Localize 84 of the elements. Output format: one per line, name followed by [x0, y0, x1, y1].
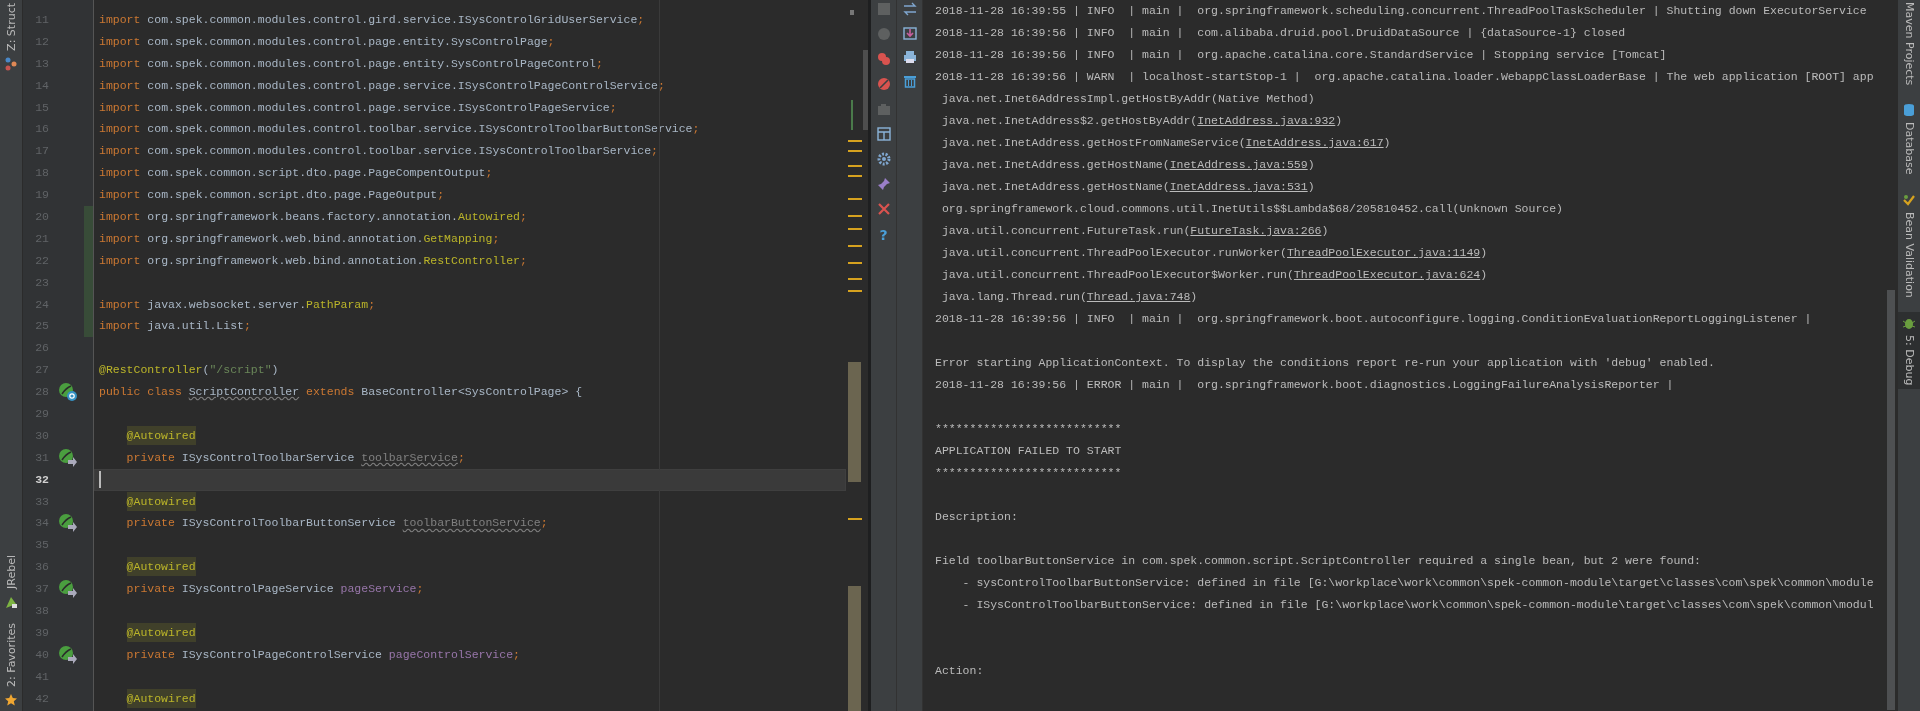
- code-line: private ISysControlToolbarService toolbarService;: [125, 449, 465, 466]
- console-line: 2018-11-28 16:39:56 | INFO | main | org.springframework.boot.autoconfigure.logging.ConditionEvaluationReportLoggingListener |: [935, 312, 1812, 325]
- code-line: import com.spek.common.modules.control.page.service.ISysControlPageService;: [99, 99, 617, 116]
- close-icon[interactable]: [876, 202, 891, 216]
- tool-window-tab[interactable]: Maven Projects: [1902, 2, 1916, 86]
- tool-window-tab[interactable]: Z: Struct: [4, 3, 18, 51]
- text-cursor: [99, 471, 101, 489]
- console-line: ***************************: [935, 466, 1122, 479]
- console-line: ***************************: [935, 422, 1122, 435]
- source-link[interactable]: InetAddress.java:932: [1197, 114, 1336, 127]
- console-line: java.net.InetAddress$2.getHostByAddr(InetAddress.java:932): [940, 114, 1343, 127]
- code-line: import com.spek.common.modules.control.page.entity.SysControlPage;: [99, 33, 555, 50]
- settings-icon[interactable]: [876, 152, 891, 166]
- code-line: import javax.websocket.server.PathParam;: [99, 296, 376, 313]
- structure-icon: [4, 56, 18, 71]
- tool-window-tab[interactable]: Bean Validation: [1902, 211, 1916, 298]
- mute-breakpoints-icon[interactable]: [876, 77, 891, 91]
- code-line: import com.spek.common.modules.control.toolbar.service.ISysControlToolbarService;: [99, 143, 658, 160]
- pin-icon[interactable]: [876, 177, 891, 191]
- code-line: private ISysControlToolbarButtonService toolbarButtonService;: [125, 515, 548, 532]
- console-line: 2018-11-28 16:39:56 | INFO | main | org.apache.catalina.core.StandardService | Stopping service [Tomcat]: [935, 48, 1667, 61]
- line-number: 32: [34, 471, 50, 488]
- source-link[interactable]: FutureTask.java:266: [1190, 224, 1322, 237]
- tool-window-tab[interactable]: JRebel: [4, 555, 18, 590]
- bean-navigate-icon[interactable]: [58, 513, 78, 534]
- bean-class-icon[interactable]: [58, 382, 78, 403]
- breakpoints-icon[interactable]: [876, 52, 891, 66]
- code-line: public class ScriptController extends BaseController<SysControlPage> {: [99, 384, 583, 401]
- code-line: import com.spek.common.modules.control.gird.service.ISysControlGridUserService;: [99, 12, 645, 28]
- code-line: private ISysControlPageControlService pageControlService;: [125, 646, 520, 663]
- bean-navigate-icon[interactable]: [58, 447, 78, 468]
- code-line: import org.springframework.web.bind.annotation.RestController;: [99, 252, 527, 269]
- console-line: java.net.InetAddress.getHostName(InetAddress.java:531): [940, 180, 1315, 193]
- console-line: 2018-11-28 16:39:56 | ERROR | main | org.springframework.boot.diagnostics.LoggingFailureAnalysisReporter |: [935, 378, 1674, 391]
- console-line: Action:: [935, 664, 984, 677]
- tool-window-tab[interactable]: 2: Favorites: [4, 623, 18, 687]
- console-line: Field toolbarButtonService in com.spek.common.script.ScriptController required a single bean, but 2 were found:: [935, 554, 1702, 567]
- print-icon[interactable]: [902, 50, 917, 64]
- code-line: import com.spek.common.modules.control.page.service.ISysControlPageControlService;: [99, 77, 665, 94]
- console-line: java.net.Inet6AddressImpl.getHostByAddr(Native Method): [940, 92, 1315, 105]
- console-line: java.util.concurrent.ThreadPoolExecutor$Worker.run(ThreadPoolExecutor.java:624): [940, 268, 1488, 281]
- console-line: - ISysControlToolbarButtonService: defined in file [G:\workplace\work\common\spek-common-module\target\classes\com\spek\common\modul: [961, 598, 1874, 611]
- console-line: java.net.InetAddress.getHostName(InetAddress.java:559): [940, 158, 1315, 171]
- source-link[interactable]: Thread.java:748: [1086, 290, 1191, 303]
- database-icon: [1903, 103, 1915, 118]
- code-line: import com.spek.common.modules.control.toolbar.service.ISysControlToolbarButtonService;: [99, 121, 700, 138]
- bean-navigate-icon[interactable]: [58, 644, 78, 665]
- tool-window-tab[interactable]: Database: [1902, 122, 1916, 175]
- code-line: private ISysControlPageService pageService;: [125, 581, 424, 598]
- trash-icon[interactable]: [902, 74, 917, 88]
- source-link[interactable]: InetAddress.java:559: [1169, 158, 1308, 171]
- console-line: 2018-11-28 16:39:56 | INFO | main | com.alibaba.druid.pool.DruidDataSource | {dataSource-1} closed: [935, 26, 1626, 39]
- console-line: Error starting ApplicationContext. To display the conditions report re-run your application with 'debug' enabled.: [935, 356, 1715, 369]
- source-link[interactable]: ThreadPoolExecutor.java:1149: [1286, 246, 1481, 259]
- code-line: import org.springframework.web.bind.annotation.GetMapping;: [99, 230, 500, 247]
- console-line: 2018-11-28 16:39:56 | WARN | localhost-startStop-1 | org.apache.catalina.loader.WebappClassLoaderBase | The web application [ROOT] app: [935, 70, 1874, 83]
- code-line: import com.spek.common.modules.control.page.entity.SysControlPageControl;: [99, 55, 603, 72]
- console-line: Description:: [935, 510, 1018, 523]
- download-icon[interactable]: [902, 26, 917, 40]
- tool-window-tab[interactable]: 5: Debug: [1902, 334, 1916, 386]
- check-icon: [1903, 192, 1915, 207]
- code-line: import org.springframework.beans.factory.annotation.Autowired;: [99, 209, 527, 225]
- code-line: @RestController("/script"): [99, 362, 279, 379]
- console-line: java.net.InetAddress.getHostFromNameService(InetAddress.java:617): [940, 136, 1391, 149]
- console-line: APPLICATION FAILED TO START: [935, 444, 1122, 457]
- console-line: org.springframework.cloud.commons.util.InetUtils$$Lambda$68/205810452.call(Unknown Source): [940, 202, 1563, 215]
- leaf-icon: [4, 595, 18, 610]
- code-line: import java.util.List;: [99, 318, 251, 335]
- star-icon: [4, 693, 18, 707]
- console-line: - sysControlToolbarButtonService: defined in file [G:\workplace\work\common\spek-common-module\target\classes\com\spek\common\module: [961, 576, 1874, 589]
- console-line: java.util.concurrent.ThreadPoolExecutor.runWorker(ThreadPoolExecutor.java:1149): [940, 246, 1488, 259]
- console-line: 2018-11-28 16:39:55 | INFO | main | org.springframework.scheduling.concurrent.ThreadPoolTaskScheduler | Shutting down ExecutorService: [935, 4, 1867, 17]
- console-line: java.lang.Thread.run(Thread.java:748): [940, 290, 1198, 303]
- swap-arrows-icon[interactable]: [902, 2, 917, 16]
- layout-icon[interactable]: [876, 127, 891, 141]
- console-scrollbar-drawing[interactable]: [1887, 290, 1895, 710]
- source-link[interactable]: ThreadPoolExecutor.java:624: [1293, 268, 1481, 281]
- source-link[interactable]: InetAddress.java:617: [1245, 136, 1384, 149]
- source-link[interactable]: InetAddress.java:531: [1169, 180, 1308, 193]
- code-line: import com.spek.common.script.dto.page.PageCompentOutput;: [99, 165, 493, 182]
- code-line: import com.spek.common.script.dto.page.PageOutput;: [99, 187, 445, 204]
- console-line: java.util.concurrent.FutureTask.run(FutureTask.java:266): [940, 224, 1329, 237]
- bean-navigate-icon[interactable]: [58, 579, 78, 600]
- help-button[interactable]: ?: [879, 227, 888, 243]
